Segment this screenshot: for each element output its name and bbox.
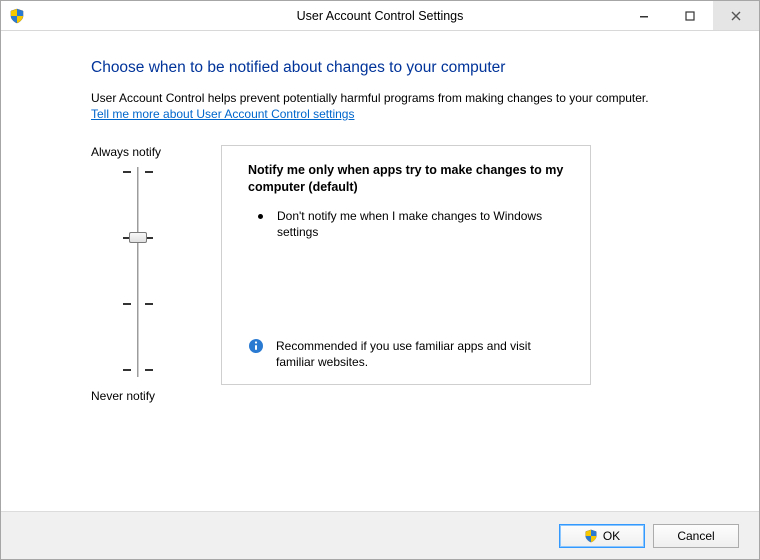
help-link[interactable]: Tell me more about User Account Control …: [91, 107, 354, 121]
ok-button-label: OK: [603, 529, 620, 543]
slider-tick: [123, 369, 131, 371]
uac-slider[interactable]: [103, 167, 173, 377]
slider-label-top: Always notify: [91, 145, 221, 159]
window-titlebar: User Account Control Settings: [1, 1, 759, 31]
recommendation-row: Recommended if you use familiar apps and…: [248, 338, 570, 370]
cancel-button-label: Cancel: [677, 529, 714, 543]
slider-tick: [145, 369, 153, 371]
level-info-panel: Notify me only when apps try to make cha…: [221, 145, 591, 385]
recommendation-text: Recommended if you use familiar apps and…: [276, 338, 570, 370]
level-bullet-text: Don't notify me when I make changes to W…: [277, 208, 570, 240]
close-button[interactable]: [713, 1, 759, 30]
slider-tick: [123, 171, 131, 173]
cancel-button[interactable]: Cancel: [653, 524, 739, 548]
dialog-footer: OK Cancel: [1, 511, 759, 559]
minimize-button[interactable]: [621, 1, 667, 30]
slider-thumb[interactable]: [129, 232, 147, 243]
maximize-button[interactable]: [667, 1, 713, 30]
slider-tick: [123, 303, 131, 305]
uac-shield-icon: [584, 529, 598, 543]
bullet-icon: [258, 214, 263, 219]
page-description: User Account Control helps prevent poten…: [91, 91, 721, 105]
page-heading: Choose when to be notified about changes…: [91, 59, 721, 77]
slider-label-bottom: Never notify: [91, 389, 221, 403]
info-icon: [248, 338, 264, 354]
slider-tick: [145, 303, 153, 305]
level-title: Notify me only when apps try to make cha…: [248, 162, 570, 196]
slider-tick: [145, 171, 153, 173]
ok-button[interactable]: OK: [559, 524, 645, 548]
content-area: Choose when to be notified about changes…: [1, 31, 759, 403]
level-bullet: Don't notify me when I make changes to W…: [248, 208, 570, 240]
uac-shield-icon: [9, 8, 25, 24]
window-controls: [621, 1, 759, 30]
slider-track: [137, 167, 139, 377]
